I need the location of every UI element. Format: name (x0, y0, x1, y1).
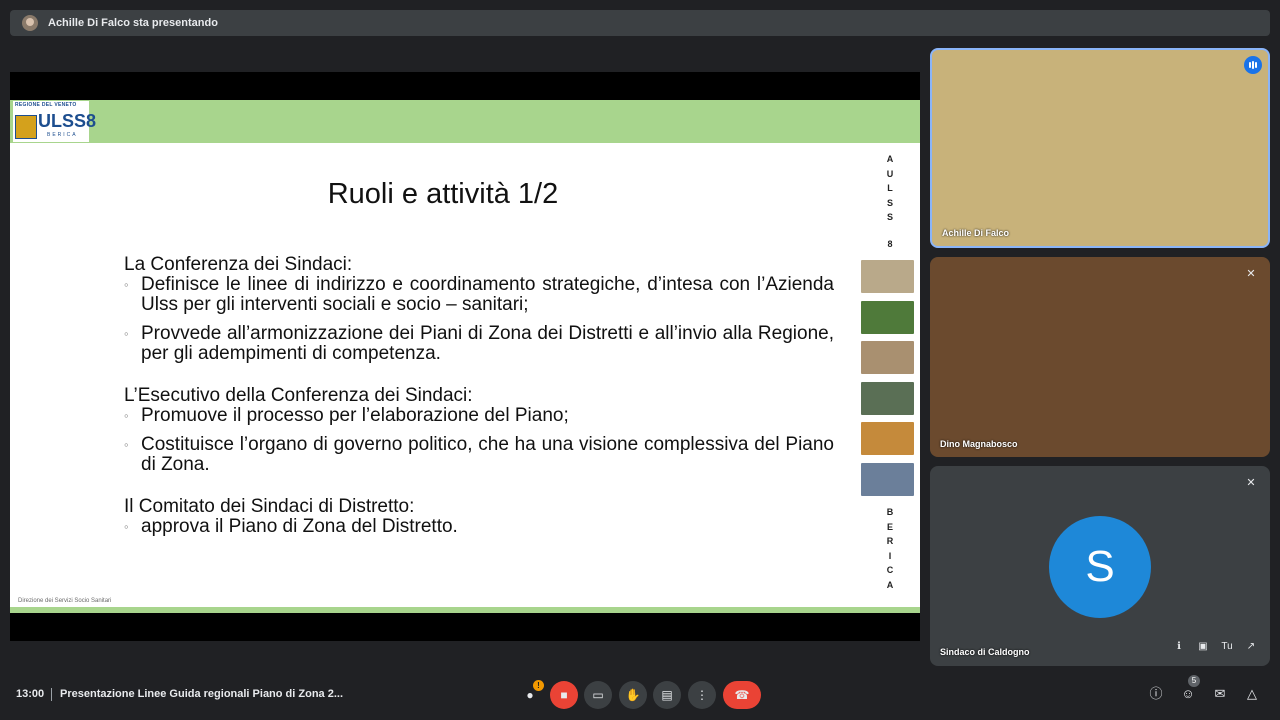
divider (51, 688, 52, 701)
section-3: Il Comitato dei Sindaci di Distretto: ap… (124, 496, 834, 538)
mic-warning-badge: ! (533, 680, 544, 691)
participant-tile-speaking[interactable]: Achille Di Falco (930, 48, 1270, 248)
presenting-text: Achille Di Falco sta presentando (48, 17, 218, 29)
bullet-item: Costituisce l’organo di governo politico… (124, 435, 834, 475)
vertical-label-bottom: BERICA (886, 507, 894, 590)
section-heading: Il Comitato dei Sindaci di Distretto: (124, 496, 415, 517)
captions-icon: ▭ (592, 688, 604, 702)
clock: 13:00 (16, 688, 45, 700)
avatar: S (1049, 516, 1151, 618)
camera-off-icon: ■ (560, 688, 568, 702)
vertical-label-top: AULSS8 (886, 154, 894, 249)
hand-icon: ✋ (625, 688, 641, 702)
section-2: L’Esecutivo della Conferenza dei Sindaci… (124, 386, 834, 475)
presenter-banner: Achille Di Falco sta presentando (10, 10, 1270, 36)
speaking-indicator-icon (1244, 56, 1262, 74)
present-button[interactable]: ▤ (653, 681, 681, 709)
logo-sub: BERICA (47, 132, 78, 138)
section-1: La Conferenza dei Sindaci: Definisce le … (124, 255, 834, 364)
bullet-item: approva il Piano di Zona del Distretto. (124, 517, 834, 538)
self-label: Tu (1221, 641, 1233, 652)
logo-name: ULSS8 (38, 111, 97, 131)
slide: REGIONE DEL VENETO ULSS8 BERICA Ruoli e … (10, 100, 920, 613)
participant-name: Achille Di Falco (942, 228, 1010, 238)
present-icon: ▤ (661, 688, 673, 702)
section-heading: La Conferenza dei Sindaci: (124, 254, 353, 275)
slide-footer-bar (10, 607, 920, 613)
bullet-item: Provvede all’armonizzazione dei Piani di… (124, 324, 834, 364)
slide-header-bar (10, 100, 920, 143)
more-vert-icon: ⋮ (696, 688, 708, 702)
info-icon: ⓘ (1149, 686, 1163, 701)
more-options-button[interactable]: ⋮ (688, 681, 716, 709)
mic-off-icon: ✕ (1246, 268, 1256, 280)
meeting-details-button[interactable]: ⓘ (1145, 683, 1167, 705)
thumbnail-image (861, 260, 914, 293)
people-icon: ☺ (1181, 686, 1195, 701)
logo-region: REGIONE DEL VENETO (15, 102, 77, 108)
participant-tile[interactable]: ✕ Dino Magnabosco (930, 257, 1270, 457)
raise-hand-button[interactable]: ✋ (619, 681, 647, 709)
activities-icon: △ (1247, 686, 1257, 701)
thumbnail-image (861, 462, 914, 496)
tile-more-icon[interactable]: ℹ (1170, 638, 1188, 656)
participant-name: Dino Magnabosco (940, 439, 1018, 449)
slide-title: Ruoli e attività 1/2 (327, 178, 559, 210)
mic-off-icon: ✕ (1246, 477, 1256, 489)
chat-icon: ✉ (1214, 686, 1226, 701)
bottom-bar: 13:00 Presentazione Linee Guida regional… (0, 672, 1280, 720)
chat-button[interactable]: ✉ (1209, 683, 1231, 705)
photo-strip (861, 260, 914, 503)
ulss8-logo: REGIONE DEL VENETO ULSS8 BERICA (13, 101, 96, 142)
mic-icon: ● (526, 688, 534, 702)
camera-off-icon[interactable]: ▣ (1194, 638, 1212, 656)
thumbnail-image (861, 422, 914, 455)
leave-call-button[interactable]: ☎ (723, 681, 761, 709)
self-tile-controls: ℹ ▣ Tu ↗ (1170, 638, 1260, 656)
presenter-avatar (22, 15, 38, 31)
participant-name: Sindaco di Caldogno (940, 647, 1030, 657)
slide-footer: Direzione dei Servizi Socio Sanitari (18, 598, 112, 604)
crest-icon (15, 115, 37, 139)
bullet-item: Promuove il processo per l’elaborazione … (124, 406, 834, 427)
thumbnail-image (861, 300, 914, 334)
camera-toggle-button[interactable]: ■ (550, 681, 578, 709)
participant-tile-self[interactable]: ✕ S Sindaco di Caldogno ℹ ▣ Tu ↗ (930, 466, 1270, 666)
bullet-item: Definisce le linee di indirizzo e coordi… (124, 275, 834, 315)
thumbnail-image (861, 381, 914, 415)
end-call-icon: ☎ (734, 688, 750, 702)
meeting-title: Presentazione Linee Guida regionali Pian… (60, 688, 344, 700)
expand-icon[interactable]: ↗ (1242, 638, 1260, 656)
people-count: 5 (1188, 675, 1200, 687)
presentation-stage[interactable]: REGIONE DEL VENETO ULSS8 BERICA Ruoli e … (10, 72, 920, 641)
activities-button[interactable]: △ (1241, 683, 1263, 705)
thumbnail-image (861, 341, 914, 374)
slide-content: La Conferenza dei Sindaci: Definisce le … (124, 255, 834, 538)
captions-button[interactable]: ▭ (584, 681, 612, 709)
section-heading: L’Esecutivo della Conferenza dei Sindaci… (124, 385, 473, 406)
